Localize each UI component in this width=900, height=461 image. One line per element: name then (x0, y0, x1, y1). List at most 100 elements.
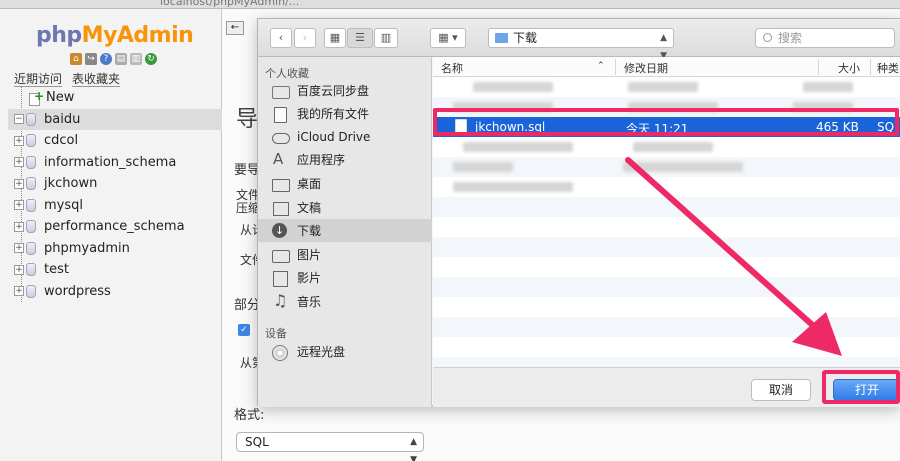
sidebar-item-applications[interactable]: 应用程序 (258, 148, 432, 171)
path-popup[interactable]: 下载 ▲ ▼ (488, 28, 674, 61)
music-icon (272, 291, 288, 310)
file-row (433, 357, 900, 367)
expand-icon[interactable]: + (14, 157, 24, 168)
expand-icon[interactable]: + (14, 264, 24, 275)
back-button[interactable]: ‹ (270, 28, 292, 48)
tree-item-db[interactable]: + mysql (8, 195, 222, 217)
column-divider (818, 59, 819, 75)
logout-icon[interactable]: ↪ (85, 53, 97, 65)
docs-icon[interactable]: ▤ (115, 53, 127, 65)
sidebar-item-icloud[interactable]: iCloud Drive (258, 125, 432, 148)
cloud-icon (272, 130, 290, 144)
page-heading-fragment: 导 (236, 107, 259, 132)
sidebar-item-downloads[interactable]: 下载 (258, 219, 432, 242)
expand-icon[interactable]: + (14, 286, 24, 297)
chevron-left-icon: ‹ (278, 31, 284, 44)
database-icon (26, 198, 36, 212)
back-arrow-icon[interactable]: ← (226, 21, 244, 35)
column-divider (870, 59, 871, 75)
home-icon[interactable]: ⌂ (70, 53, 82, 65)
sidebar-item-label: 百度云同步盘 (297, 84, 370, 98)
search-icon (763, 33, 772, 42)
expand-icon[interactable]: + (14, 135, 24, 146)
sidebar-item-label: 下载 (297, 224, 322, 238)
file-row (433, 297, 900, 317)
partial-import-checkbox[interactable]: ✓ (238, 324, 250, 336)
column-kind[interactable]: 种类 (877, 60, 899, 76)
expand-icon[interactable]: + (14, 200, 24, 211)
database-icon (26, 284, 36, 298)
file-row (433, 237, 900, 257)
chevron-right-icon: › (302, 31, 308, 44)
favorites-link[interactable]: 表收藏夹 (72, 72, 121, 87)
cancel-button[interactable]: 取消 (751, 379, 811, 401)
arrange-icon: ▦ ▾ (438, 31, 458, 44)
reload-icon[interactable]: ↻ (145, 53, 157, 65)
help-icon[interactable]: ? (100, 53, 112, 65)
sidebar-item-all-files[interactable]: 我的所有文件 (258, 102, 432, 125)
recent-link[interactable]: 近期访问 (14, 72, 63, 87)
icon-view-button[interactable]: ▦ (324, 28, 346, 48)
arrange-button[interactable]: ▦ ▾ (430, 28, 466, 48)
column-size[interactable]: 大小 (838, 60, 860, 76)
list-view-button[interactable]: ☰ (347, 28, 373, 48)
logo-php: php (36, 23, 82, 48)
settings-icon[interactable]: ▥ (130, 53, 142, 65)
sidebar-item-documents[interactable]: 文稿 (258, 196, 432, 219)
tree-item-db[interactable]: + performance_schema (8, 216, 222, 238)
database-icon (26, 177, 36, 191)
sidebar-item-movies[interactable]: 影片 (258, 266, 432, 289)
column-date[interactable]: 修改日期 (624, 60, 668, 76)
file-row[interactable] (433, 177, 900, 197)
blurred-date (633, 142, 713, 152)
file-row[interactable] (433, 137, 900, 157)
forward-button[interactable]: › (294, 28, 316, 48)
tree-item-db[interactable]: + cdcol (8, 130, 222, 152)
blurred-filename (453, 162, 513, 172)
file-row[interactable] (433, 77, 900, 97)
pma-logo[interactable]: phpMyAdmin (36, 23, 194, 48)
grid-icon: ▦ (329, 31, 341, 44)
list-icon: ☰ (355, 31, 365, 44)
open-file-dialog: ‹ › ▦ ☰ ▥ ▦ ▾ 下载 ▲ ▼ 搜索 个人收藏 百度云同步盘 我的所有文… (257, 18, 900, 407)
tree-item-db[interactable]: − baidu (8, 108, 222, 130)
file-row (433, 317, 900, 337)
tree-item-db[interactable]: + test (8, 259, 222, 281)
database-tree: New − baidu + cdcol + information_schema… (8, 87, 222, 302)
column-view-button[interactable]: ▥ (374, 28, 398, 48)
tree-item-db[interactable]: + phpmyadmin (8, 238, 222, 260)
sidebar-item-music[interactable]: 音乐 (258, 290, 432, 313)
tree-item-new[interactable]: New (8, 87, 222, 109)
movies-icon (272, 270, 288, 287)
url-text: localhost/phpMyAdmin/... (160, 0, 300, 8)
column-header: 名称 ⌃ 修改日期 大小 种类 (433, 57, 900, 77)
file-row[interactable] (433, 157, 900, 177)
format-select[interactable]: SQL ▲ ▼ (236, 432, 424, 461)
dialog-sidebar: 个人收藏 百度云同步盘 我的所有文件 iCloud Drive 应用程序 桌面 … (258, 57, 432, 407)
expand-icon[interactable]: + (14, 178, 24, 189)
sidebar-item-desktop[interactable]: 桌面 (258, 172, 432, 195)
pma-icon-row: ⌂ ↪ ? ▤ ▥ ↻ (70, 53, 157, 65)
dialog-toolbar: ‹ › ▦ ☰ ▥ ▦ ▾ 下载 ▲ ▼ 搜索 (258, 19, 900, 61)
sidebar-item-remote-disc[interactable]: 远程光盘 (258, 340, 432, 363)
expand-icon[interactable]: + (14, 221, 24, 232)
blurred-filename (463, 142, 573, 152)
tree-item-db[interactable]: + information_schema (8, 152, 222, 174)
collapse-icon[interactable]: − (14, 114, 24, 125)
blurred-date (623, 162, 743, 172)
tree-item-db[interactable]: + wordpress (8, 281, 222, 303)
database-icon (26, 263, 36, 277)
tree-item-label: cdcol (44, 133, 79, 149)
search-field[interactable]: 搜索 (755, 28, 895, 48)
sidebar-item-pictures[interactable]: 图片 (258, 243, 432, 266)
column-name[interactable]: 名称 (441, 60, 463, 76)
sidebar-item-label: 应用程序 (297, 153, 346, 167)
sidebar-item-label: 影片 (297, 271, 322, 285)
expand-icon[interactable]: + (14, 243, 24, 254)
tree-item-db[interactable]: + jkchown (8, 173, 222, 195)
file-list: 名称 ⌃ 修改日期 大小 种类 jkchown.sql 今天 11:21 465… (433, 57, 900, 367)
blurred-filename (453, 182, 573, 192)
browser-url-bar[interactable]: localhost/phpMyAdmin/... (0, 0, 900, 9)
sidebar-item-baidu-sync[interactable]: 百度云同步盘 (258, 79, 432, 102)
disc-icon (272, 344, 288, 361)
